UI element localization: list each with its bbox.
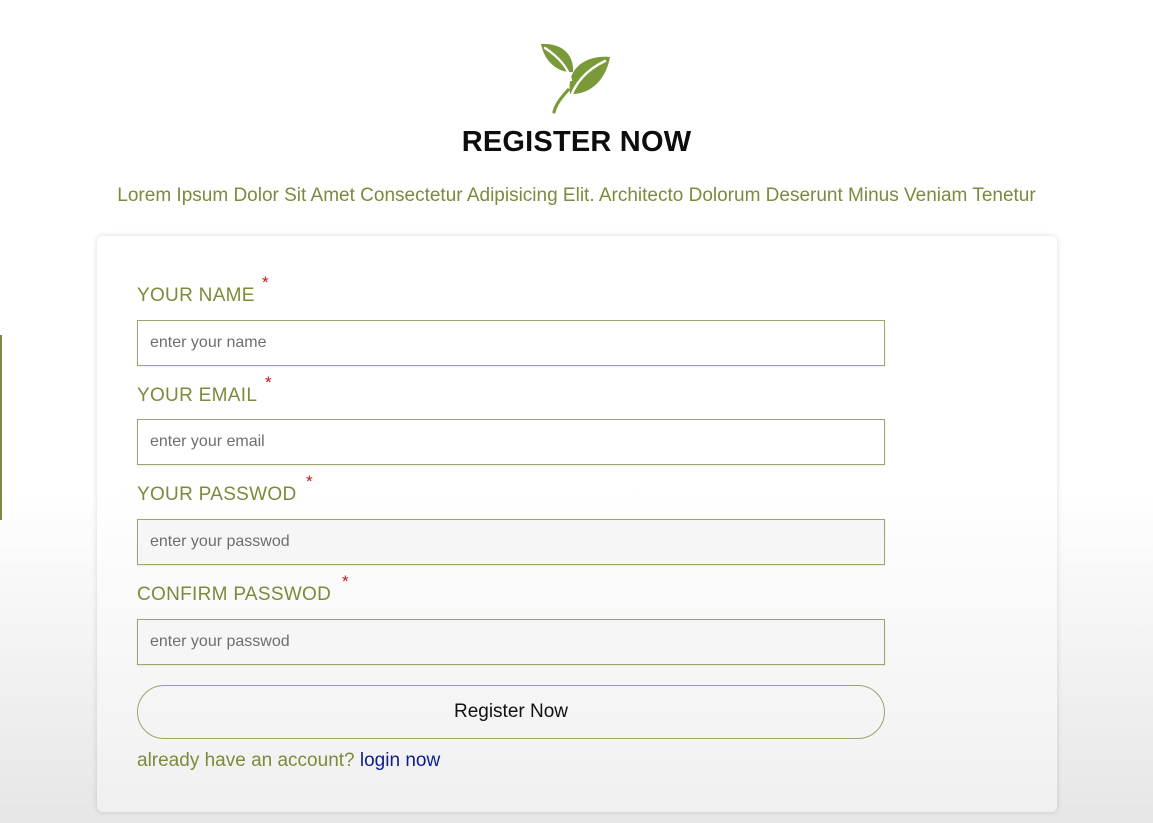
page-title: REGISTER NOW — [461, 126, 692, 158]
page-subtitle: Lorem Ipsum Dolor Sit Amet Consectetur A… — [117, 185, 1036, 206]
required-marker: * — [342, 572, 349, 591]
required-marker: * — [262, 273, 269, 292]
login-link[interactable]: login now — [360, 750, 440, 771]
name-input[interactable] — [137, 320, 885, 366]
password-input[interactable] — [137, 519, 885, 565]
confirm-password-label: CONFIRM PASSWOD * — [137, 572, 349, 605]
login-prompt-text: already have an account? — [137, 750, 355, 771]
required-marker: * — [306, 472, 313, 491]
login-prompt: already have an account? login now — [137, 750, 440, 772]
confirm-password-input[interactable] — [137, 619, 885, 665]
required-marker: * — [265, 373, 272, 392]
password-label: YOUR PASSWOD * — [137, 472, 313, 505]
email-input[interactable] — [137, 419, 885, 465]
leaf-icon — [541, 43, 610, 114]
register-form-card: YOUR NAME* YOUR EMAIL* YOUR PASSWOD* CON… — [97, 236, 1057, 812]
name-label: YOUR NAME * — [137, 273, 269, 306]
register-button[interactable]: Register Now — [137, 685, 885, 739]
window-edge — [0, 335, 2, 520]
email-label: YOUR EMAIL * — [137, 373, 272, 406]
